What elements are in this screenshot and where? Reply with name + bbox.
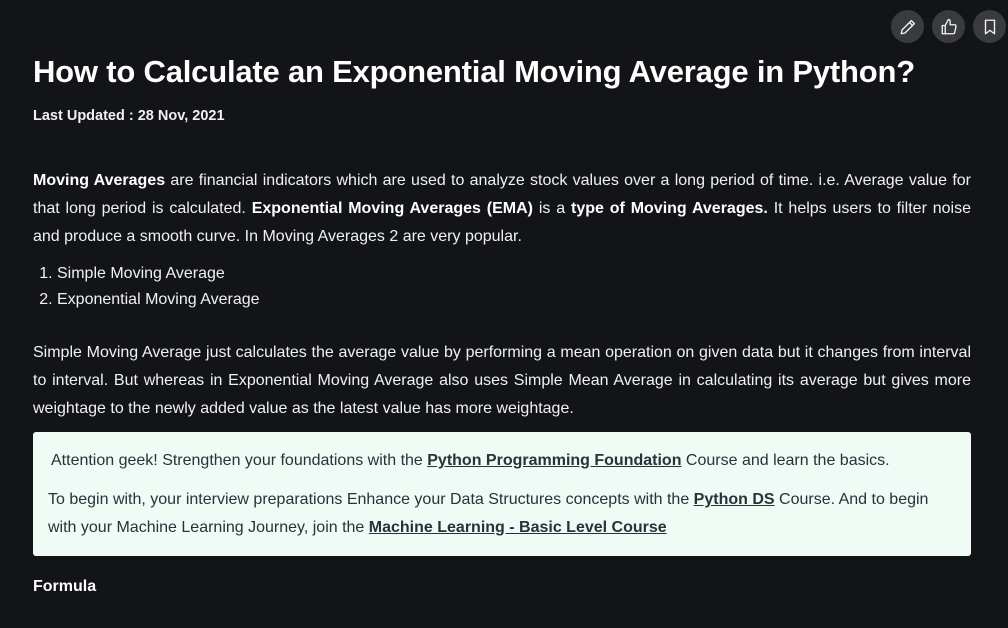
list-item: Exponential Moving Average (57, 287, 971, 313)
term-type-of-moving-averages: type of Moving Averages. (571, 200, 768, 217)
article-content: How to Calculate an Exponential Moving A… (33, 50, 971, 596)
python-ds-link[interactable]: Python DS (694, 491, 775, 508)
pencil-icon (900, 19, 915, 34)
like-button[interactable] (932, 10, 965, 43)
python-foundation-link[interactable]: Python Programming Foundation (427, 452, 681, 469)
intro-paragraph: Moving Averages are financial indicators… (33, 167, 971, 251)
formula-heading: Formula (33, 578, 97, 595)
intro-text-2: is a (533, 200, 571, 217)
promo-callout: Attention geek! Strengthen your foundati… (33, 432, 971, 556)
article-actions (891, 10, 1006, 43)
list-item: Simple Moving Average (57, 261, 971, 287)
bookmark-icon (984, 19, 995, 34)
bookmark-button[interactable] (973, 10, 1006, 43)
article-page: How to Calculate an Exponential Moving A… (0, 0, 1008, 628)
term-moving-averages: Moving Averages (33, 172, 166, 189)
callout-text: Attention geek! Strengthen your foundati… (51, 452, 428, 469)
callout-line-2: To begin with, your interview preparatio… (48, 486, 956, 542)
article-title: How to Calculate an Exponential Moving A… (33, 54, 915, 89)
moving-average-list: Simple Moving Average Exponential Moving… (33, 261, 971, 313)
callout-line-1: Attention geek! Strengthen your foundati… (48, 447, 956, 475)
last-updated: Last Updated : 28 Nov, 2021 (33, 108, 225, 124)
machine-learning-course-link[interactable]: Machine Learning - Basic Level Course (369, 519, 667, 536)
term-ema: Exponential Moving Averages (EMA) (251, 200, 533, 217)
callout-text: To begin with, your interview preparatio… (48, 491, 694, 508)
comparison-paragraph: Simple Moving Average just calculates th… (33, 344, 971, 417)
callout-text: Course and learn the basics. (681, 452, 890, 469)
edit-button[interactable] (891, 10, 924, 43)
thumbs-up-icon (941, 18, 957, 34)
